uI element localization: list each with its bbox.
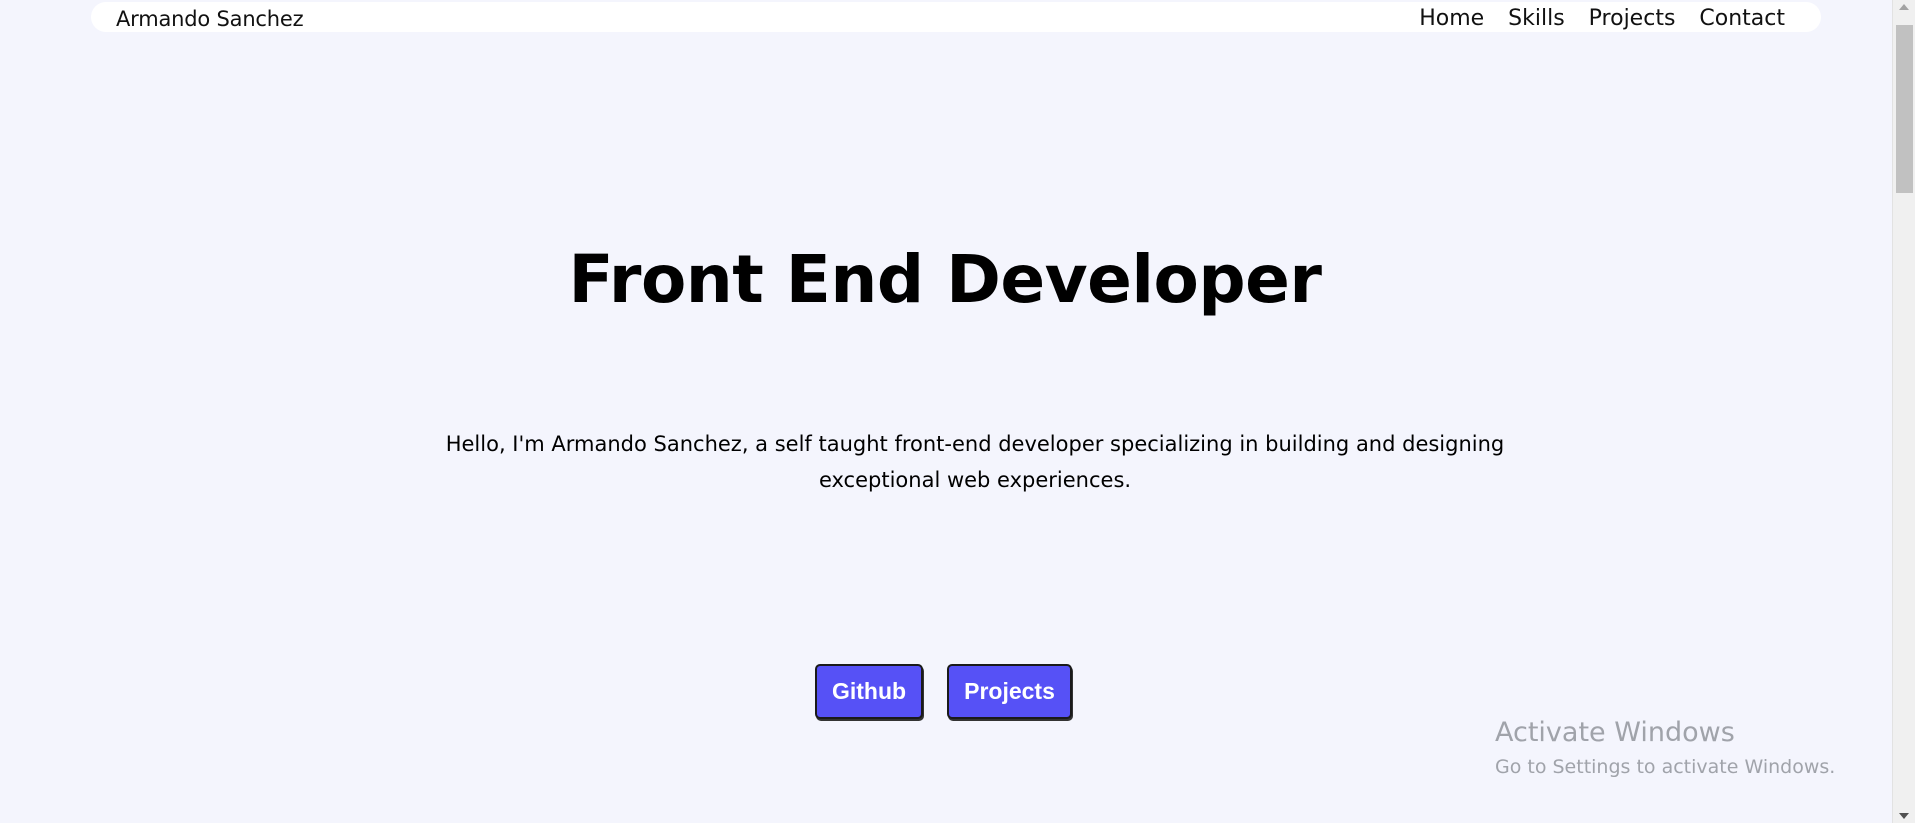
github-button[interactable]: Github bbox=[815, 664, 923, 719]
nav-link-projects[interactable]: Projects bbox=[1589, 4, 1676, 34]
nav-links: Home Skills Projects Contact bbox=[1395, 4, 1785, 34]
scroll-thumb[interactable] bbox=[1896, 25, 1913, 193]
hero-title: Front End Developer bbox=[568, 241, 1322, 318]
nav-link-home[interactable]: Home bbox=[1419, 4, 1484, 34]
nav-link-skills[interactable]: Skills bbox=[1508, 4, 1565, 34]
hero-buttons: Github Projects bbox=[815, 664, 1072, 719]
brand-name[interactable]: Armando Sanchez bbox=[116, 4, 304, 34]
scroll-down-arrow-icon[interactable] bbox=[1899, 813, 1909, 819]
projects-button[interactable]: Projects bbox=[947, 664, 1072, 719]
navbar: Armando Sanchez Home Skills Projects Con… bbox=[91, 2, 1821, 32]
scroll-up-arrow-icon[interactable] bbox=[1899, 4, 1909, 10]
nav-link-contact[interactable]: Contact bbox=[1699, 4, 1785, 34]
watermark-subtitle: Go to Settings to activate Windows. bbox=[1495, 756, 1836, 778]
watermark-title: Activate Windows bbox=[1495, 717, 1735, 748]
activate-windows-watermark: Activate Windows Go to Settings to activ… bbox=[1495, 713, 1835, 781]
vertical-scrollbar[interactable] bbox=[1892, 0, 1915, 823]
hero-description: Hello, I'm Armando Sanchez, a self taugh… bbox=[445, 432, 1505, 492]
